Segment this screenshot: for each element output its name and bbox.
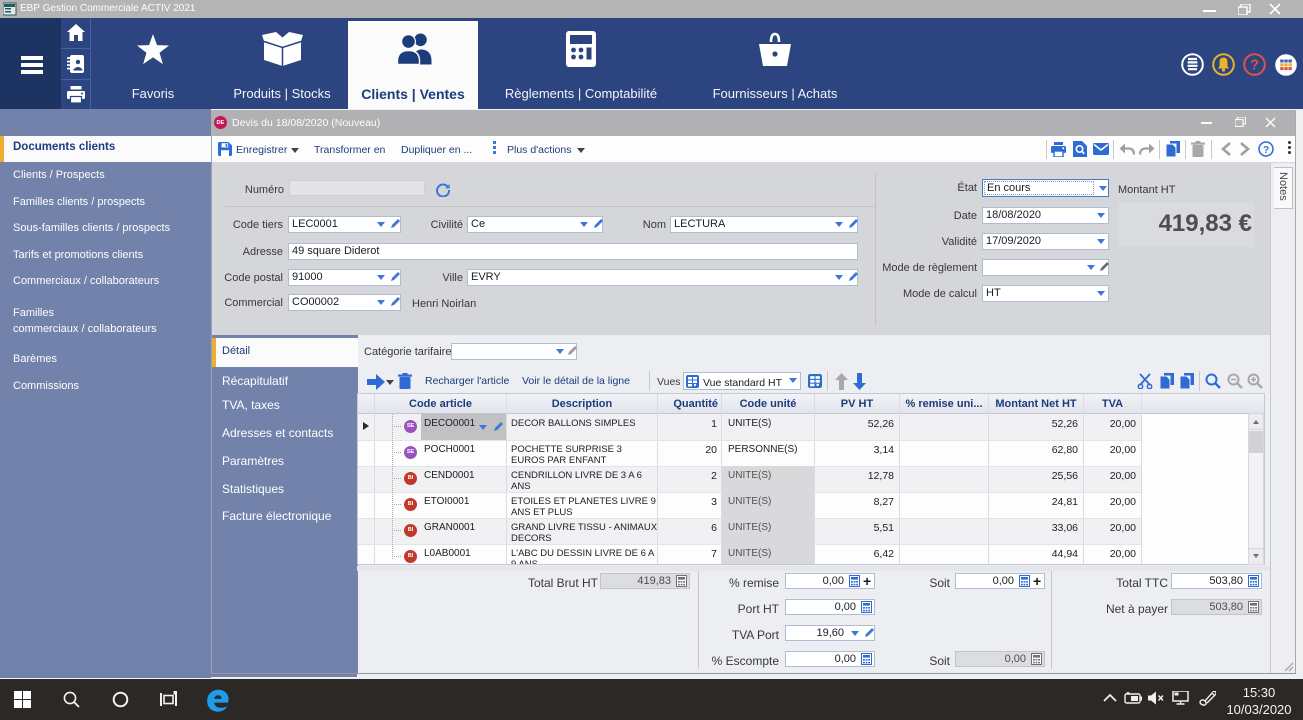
svg-text:?: ? — [1250, 58, 1259, 74]
svg-text:?: ? — [1263, 145, 1269, 156]
